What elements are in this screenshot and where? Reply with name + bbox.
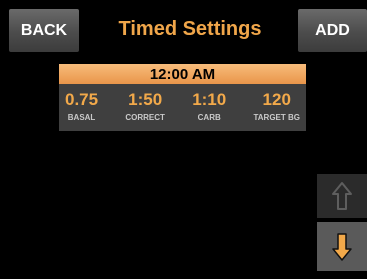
correct-value: 1:50 [128,90,163,109]
basal-value: 0.75 [65,90,99,109]
setting-values: 0.75 BASAL 1:50 CORRECT 1:10 CARB 120 TA… [59,84,306,131]
page-title: Timed Settings [118,18,262,40]
add-button[interactable]: ADD [298,9,367,52]
target-bg-label: TARGET BG [253,113,300,122]
correct-label: CORRECT [125,113,165,122]
carb-column: 1:10 CARB [192,84,226,131]
scroll-up-button[interactable] [317,174,367,218]
carb-value: 1:10 [192,90,227,109]
arrow-up-icon [332,182,352,210]
carb-label: CARB [197,113,221,122]
back-button[interactable]: BACK [9,9,79,52]
target-bg-value: 120 [262,90,291,109]
correct-column: 1:50 CORRECT [125,84,165,131]
timed-setting-card[interactable]: 12:00 AM 0.75 BASAL 1:50 CORRECT 1:10 CA… [59,64,306,131]
target-bg-column: 120 TARGET BG [253,84,300,131]
arrow-down-icon [332,232,352,261]
setting-time: 12:00 AM [59,64,306,84]
basal-label: BASAL [67,113,96,122]
scroll-down-button[interactable] [317,222,367,271]
basal-column: 0.75 BASAL [65,84,98,131]
